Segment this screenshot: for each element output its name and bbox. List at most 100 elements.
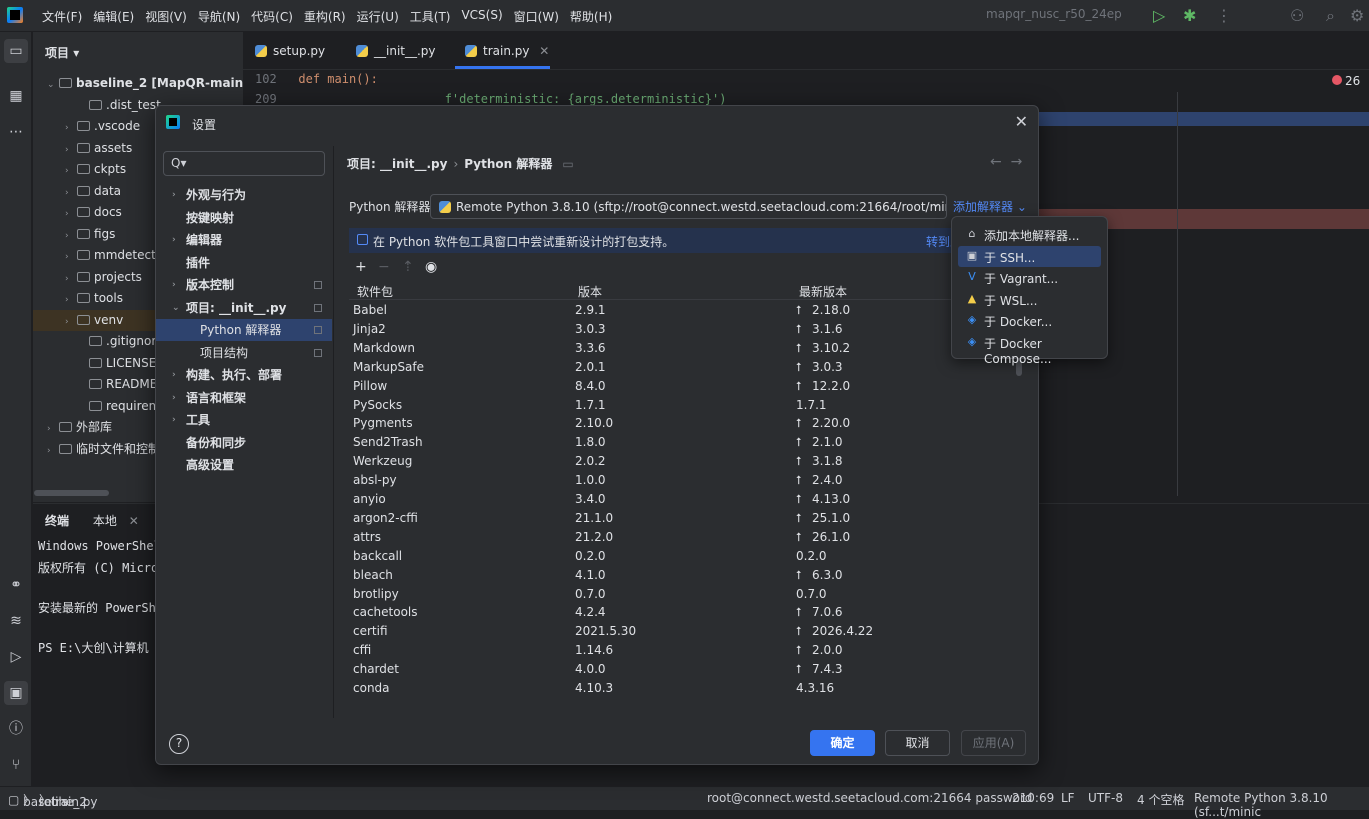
menu-item[interactable]: 视图(V): [145, 8, 187, 25]
table-row[interactable]: MarkupSafe 2.0.1 ⭡ 3.0.3: [349, 358, 1026, 377]
column-latest-version[interactable]: 最新版本: [799, 283, 847, 300]
menu-item[interactable]: 工具(T): [410, 8, 451, 25]
settings-nav-item[interactable]: 高级设置: [156, 454, 331, 476]
menu-item[interactable]: 文件(F): [42, 8, 82, 25]
menu-item[interactable]: 帮助(H): [570, 8, 612, 25]
add-interpreter-menu-item[interactable]: ▲ 于 WSL...: [958, 289, 1101, 310]
settings-nav-item[interactable]: Python 解释器: [156, 319, 331, 341]
table-row[interactable]: argon2-cffi 21.1.0 ⭡ 25.1.0: [349, 509, 1026, 528]
file-encoding[interactable]: UTF-8: [1088, 791, 1123, 805]
settings-nav-item[interactable]: › 编辑器: [156, 229, 331, 251]
table-row[interactable]: Markdown 3.3.6 ⭡ 3.10.2: [349, 339, 1026, 358]
chevron-right-icon[interactable]: ›: [65, 140, 77, 159]
table-row[interactable]: absl-py 1.0.0 ⭡ 2.4.0: [349, 471, 1026, 490]
table-row[interactable]: Send2Trash 1.8.0 ⭡ 2.1.0: [349, 433, 1026, 452]
tab-init-py[interactable]: __init__.py: [356, 44, 436, 58]
table-row[interactable]: brotlipy 0.7.0 0.7.0: [349, 585, 1026, 604]
chevron-right-icon[interactable]: ›: [172, 409, 176, 431]
python-console-icon[interactable]: ⚭: [4, 573, 28, 597]
menu-item[interactable]: 代码(C): [251, 8, 293, 25]
table-row[interactable]: Jinja2 3.0.3 ⭡ 3.1.6: [349, 320, 1026, 339]
tab-setup-py[interactable]: setup.py: [255, 44, 325, 58]
project-panel-title[interactable]: 项目 ▾: [45, 44, 79, 61]
chevron-right-icon[interactable]: ›: [172, 387, 176, 409]
ok-button[interactable]: 确定: [810, 730, 875, 756]
chevron-right-icon[interactable]: ›: [172, 229, 176, 251]
table-row[interactable]: backcall 0.2.0 0.2.0: [349, 547, 1026, 566]
menu-item[interactable]: 导航(N): [198, 8, 240, 25]
help-button[interactable]: ?: [169, 734, 189, 754]
add-interpreter-menu-item[interactable]: ◈ 于 Docker...: [958, 310, 1101, 331]
show-early-releases-icon[interactable]: ◉: [425, 259, 437, 275]
settings-nav-item[interactable]: 项目结构: [156, 342, 331, 364]
structure-icon[interactable]: ▦: [4, 84, 28, 108]
chevron-right-icon[interactable]: ›: [65, 269, 77, 288]
git-icon[interactable]: ⑂: [4, 753, 28, 777]
run-configuration-selector[interactable]: mapqr_nusc_r50_24ep: [986, 7, 1122, 21]
chevron-right-icon[interactable]: ›: [65, 204, 77, 223]
menu-item[interactable]: 运行(U): [357, 8, 399, 25]
table-row[interactable]: Werkzeug 2.0.2 ⭡ 3.1.8: [349, 452, 1026, 471]
problems-icon[interactable]: ⓘ: [4, 717, 28, 741]
settings-nav-item[interactable]: 备份和同步: [156, 432, 331, 454]
settings-icon[interactable]: ⚙: [1350, 6, 1364, 25]
add-user-icon[interactable]: ⚇: [1290, 6, 1304, 25]
terminal-tab-title[interactable]: 终端: [45, 514, 69, 528]
cancel-button[interactable]: 取消: [885, 730, 950, 756]
more-tools-icon[interactable]: ⋯: [4, 120, 28, 144]
more-actions-icon[interactable]: ⋮: [1216, 6, 1232, 25]
close-tab-icon[interactable]: ✕: [539, 44, 549, 58]
line-ending[interactable]: LF: [1061, 791, 1075, 805]
chevron-right-icon[interactable]: ›: [65, 312, 77, 331]
settings-nav-item[interactable]: 插件: [156, 252, 331, 274]
table-row[interactable]: certifi 2021.5.30 ⭡ 2026.4.22: [349, 622, 1026, 641]
table-row[interactable]: conda 4.10.3 4.3.16: [349, 679, 1026, 698]
menu-item[interactable]: 编辑(E): [93, 8, 134, 25]
table-row[interactable]: PySocks 1.7.1 1.7.1: [349, 396, 1026, 415]
code-line[interactable]: 209 f'deterministic: {args.deterministic}…: [255, 92, 726, 106]
interpreter-select[interactable]: Remote Python 3.8.10 (sftp://root@connec…: [430, 194, 947, 219]
indent-setting[interactable]: 4 个空格: [1137, 791, 1184, 808]
table-row[interactable]: cachetools 4.2.4 ⭡ 7.0.6: [349, 603, 1026, 622]
table-row[interactable]: anyio 3.4.0 ⭡ 4.13.0: [349, 490, 1026, 509]
table-row[interactable]: Babel 2.9.1 ⭡ 2.18.0: [349, 301, 1026, 320]
menu-item[interactable]: 重构(R): [304, 8, 346, 25]
settings-nav-item[interactable]: › 版本控制: [156, 274, 331, 296]
column-version[interactable]: 版本: [578, 283, 602, 300]
run-icon[interactable]: ▷: [1153, 6, 1165, 25]
project-folder-icon[interactable]: ▭: [4, 39, 28, 63]
services-icon[interactable]: ▷: [4, 645, 28, 669]
debug-icon[interactable]: ✱: [1183, 6, 1196, 25]
table-row[interactable]: attrs 21.2.0 ⭡ 26.1.0: [349, 528, 1026, 547]
terminal-icon[interactable]: ▣: [4, 681, 28, 705]
chevron-right-icon[interactable]: ›: [172, 364, 176, 386]
settings-nav-item[interactable]: › 构建、执行、部署: [156, 364, 331, 386]
table-row[interactable]: Pygments 2.10.0 ⭡ 2.20.0: [349, 414, 1026, 433]
settings-nav-item[interactable]: › 工具: [156, 409, 331, 431]
cursor-position[interactable]: 210:69: [1012, 791, 1054, 805]
chevron-right-icon[interactable]: ›: [65, 161, 77, 180]
column-package[interactable]: 软件包: [357, 283, 393, 300]
chevron-right-icon[interactable]: ›: [65, 247, 77, 266]
settings-nav-item[interactable]: › 外观与行为: [156, 184, 331, 206]
chevron-right-icon[interactable]: ›: [47, 419, 59, 438]
status-breadcrumb[interactable]: ▢ baseline_2 〉 tools 〉 train.py: [8, 791, 97, 809]
remote-host-status[interactable]: root@connect.westd.seetacloud.com:21664 …: [707, 791, 1032, 805]
chevron-right-icon[interactable]: ›: [47, 441, 59, 460]
breadcrumb-project[interactable]: 项目: __init__.py: [347, 157, 447, 171]
error-count-badge[interactable]: 26: [1332, 74, 1360, 88]
forward-arrow-icon[interactable]: →: [1011, 154, 1023, 170]
apply-button[interactable]: 应用(A): [961, 730, 1026, 756]
close-icon[interactable]: ✕: [1015, 112, 1028, 131]
chevron-right-icon[interactable]: ›: [65, 118, 77, 137]
search-icon[interactable]: ⌕: [1326, 6, 1335, 26]
settings-search-input[interactable]: Q▾: [163, 151, 325, 176]
chevron-right-icon[interactable]: ›: [65, 290, 77, 309]
chevron-right-icon[interactable]: ›: [172, 274, 176, 296]
settings-nav-item[interactable]: ⌄ 项目: __init__.py: [156, 297, 331, 319]
table-row[interactable]: Pillow 8.4.0 ⭡ 12.2.0: [349, 377, 1026, 396]
close-tab-icon[interactable]: ✕: [129, 514, 139, 528]
layers-icon[interactable]: ≋: [4, 609, 28, 633]
chevron-right-icon[interactable]: ›: [65, 183, 77, 202]
chevron-down-icon[interactable]: ⌄: [172, 297, 180, 319]
